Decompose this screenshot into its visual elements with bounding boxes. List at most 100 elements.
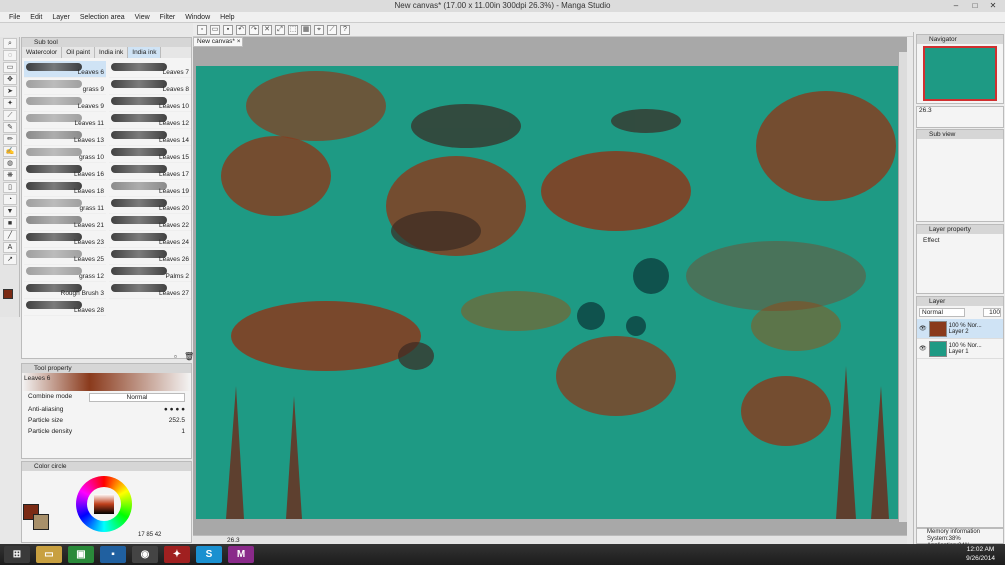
save-icon[interactable]: ▪ (223, 24, 233, 35)
tab-watercolor[interactable]: Watercolor (22, 47, 63, 58)
move-tool-icon[interactable]: ✥ (3, 74, 17, 85)
pen-tool-icon[interactable]: ✎ (3, 122, 17, 133)
text-tool-icon[interactable]: A (3, 242, 17, 253)
list-item[interactable]: Leaves 27 (109, 282, 191, 299)
list-item[interactable]: Palms 2 (109, 265, 191, 282)
menu-selection-area[interactable]: Selection area (75, 12, 130, 22)
decoration-tool-icon[interactable]: ❋ (3, 170, 17, 181)
maximize-button[interactable]: □ (967, 0, 983, 12)
gradient-tool-icon[interactable]: ■ (3, 218, 17, 229)
particle-density-value[interactable]: 1 (181, 428, 185, 435)
list-item[interactable]: Leaves 26 (109, 248, 191, 265)
list-item[interactable]: Leaves 7 (109, 61, 191, 78)
sub-color-chip[interactable] (33, 514, 49, 530)
list-item[interactable]: Leaves 24 (109, 231, 191, 248)
saturation-square[interactable] (94, 494, 114, 514)
list-item[interactable]: Leaves 12 (109, 112, 191, 129)
deselect-icon[interactable]: ⬚ (288, 24, 298, 35)
main-color-swatch[interactable] (3, 289, 13, 299)
manga-studio-icon[interactable]: M (228, 546, 254, 563)
lasso-tool-icon[interactable]: ◌ (3, 50, 17, 61)
auto-select-tool-icon[interactable]: ✦ (3, 98, 17, 109)
start-icon[interactable]: ⊞ (4, 546, 30, 563)
navigator-zoom[interactable]: 26.3 (917, 107, 932, 114)
menu-file[interactable]: File (4, 12, 25, 22)
list-item[interactable]: Rough Brush 3 (24, 282, 106, 299)
blend-mode-select[interactable]: Normal (919, 308, 965, 317)
tab-india-ink-2[interactable]: India ink (128, 47, 162, 58)
add-subtool-icon[interactable]: ▫ (174, 352, 177, 361)
blend-tool-icon[interactable]: ◔ (3, 194, 17, 205)
fill-tool-icon[interactable]: ▼ (3, 206, 17, 217)
eraser-tool-icon[interactable]: ▯ (3, 182, 17, 193)
clear-icon[interactable]: ✕ (262, 24, 272, 35)
airbrush-tool-icon[interactable]: ◍ (3, 158, 17, 169)
list-item[interactable]: Leaves 19 (109, 180, 191, 197)
minimize-button[interactable]: – (948, 0, 964, 12)
skype-icon[interactable]: S (196, 546, 222, 563)
list-item[interactable]: Leaves 13 (24, 129, 106, 146)
list-item[interactable]: Leaves 23 (24, 231, 106, 248)
anti-aliasing-options[interactable]: ● ● ● ● (164, 406, 185, 413)
combine-mode-select[interactable]: Normal (89, 393, 185, 402)
list-item[interactable]: Leaves 17 (109, 163, 191, 180)
hue-ring[interactable] (76, 476, 132, 532)
list-item[interactable]: Leaves 6 (24, 61, 106, 78)
new-file-icon[interactable]: ▫ (197, 24, 207, 35)
tab-india-ink[interactable]: India ink (95, 47, 129, 58)
list-item[interactable]: Leaves 8 (109, 78, 191, 95)
save-app-icon[interactable]: ▪ (100, 546, 126, 563)
menu-filter[interactable]: Filter (155, 12, 181, 22)
correct-line-tool-icon[interactable]: ↗ (3, 254, 17, 265)
line-tool-icon[interactable]: ╱ (3, 230, 17, 241)
list-item[interactable]: Leaves 20 (109, 197, 191, 214)
drawing-canvas[interactable] (196, 66, 898, 519)
list-item[interactable]: Leaves 14 (109, 129, 191, 146)
eyedropper-tool-icon[interactable]: ⟋ (3, 110, 17, 121)
canvas-vertical-scrollbar[interactable] (899, 52, 907, 522)
list-item[interactable]: Leaves 11 (24, 112, 106, 129)
help-icon[interactable]: ? (340, 24, 350, 35)
transform-icon[interactable]: ⤢ (275, 24, 285, 35)
navigator-preview[interactable] (923, 46, 997, 101)
taskbar-clock[interactable]: 12:02 AM 9/26/2014 (966, 545, 995, 563)
store-icon[interactable]: ▣ (68, 546, 94, 563)
list-item[interactable]: Leaves 9 (24, 95, 106, 112)
menu-view[interactable]: View (130, 12, 155, 22)
layer-row-layer-1[interactable]: 👁 100 % Nor... Layer 1 (917, 339, 1003, 359)
pencil-tool-icon[interactable]: ✏ (3, 134, 17, 145)
list-item[interactable]: Leaves 28 (24, 299, 106, 316)
tab-oil-paint[interactable]: Oil paint (62, 47, 96, 58)
menu-window[interactable]: Window (180, 12, 215, 22)
list-item[interactable]: Leaves 22 (109, 214, 191, 231)
menu-edit[interactable]: Edit (25, 12, 47, 22)
menu-help[interactable]: Help (215, 12, 239, 22)
document-tab[interactable]: New canvas* × (193, 37, 243, 47)
list-item[interactable]: grass 12 (24, 265, 106, 282)
close-button[interactable]: ✕ (985, 0, 1001, 12)
fill-icon[interactable]: ▦ (301, 24, 311, 35)
list-item[interactable]: Leaves 16 (24, 163, 106, 180)
list-item[interactable]: Leaves 25 (24, 248, 106, 265)
layer-row-layer-2[interactable]: 👁 100 % Nor... Layer 2 (917, 319, 1003, 339)
menu-layer[interactable]: Layer (47, 12, 75, 22)
list-item[interactable]: grass 10 (24, 146, 106, 163)
list-item[interactable]: Leaves 21 (24, 214, 106, 231)
undo-icon[interactable]: ↶ (236, 24, 246, 35)
list-item[interactable]: Leaves 15 (109, 146, 191, 163)
brush-tool-icon[interactable]: ✍ (3, 146, 17, 157)
particle-size-value[interactable]: 252.5 (169, 417, 185, 424)
list-item[interactable]: Leaves 18 (24, 180, 106, 197)
visibility-eye-icon[interactable]: 👁 (919, 325, 927, 332)
file-explorer-icon[interactable]: ▭ (36, 546, 62, 563)
list-item[interactable]: Leaves 10 (109, 95, 191, 112)
game-app-icon[interactable]: ✦ (164, 546, 190, 563)
snap-icon[interactable]: ⌖ (314, 24, 324, 35)
list-item[interactable]: grass 11 (24, 197, 106, 214)
list-item[interactable]: grass 9 (24, 78, 106, 95)
visibility-eye-icon[interactable]: 👁 (919, 345, 927, 352)
chrome-icon[interactable]: ◉ (132, 546, 158, 563)
ruler-icon[interactable]: ⟋ (327, 24, 337, 35)
redo-icon[interactable]: ↷ (249, 24, 259, 35)
open-file-icon[interactable]: ▭ (210, 24, 220, 35)
